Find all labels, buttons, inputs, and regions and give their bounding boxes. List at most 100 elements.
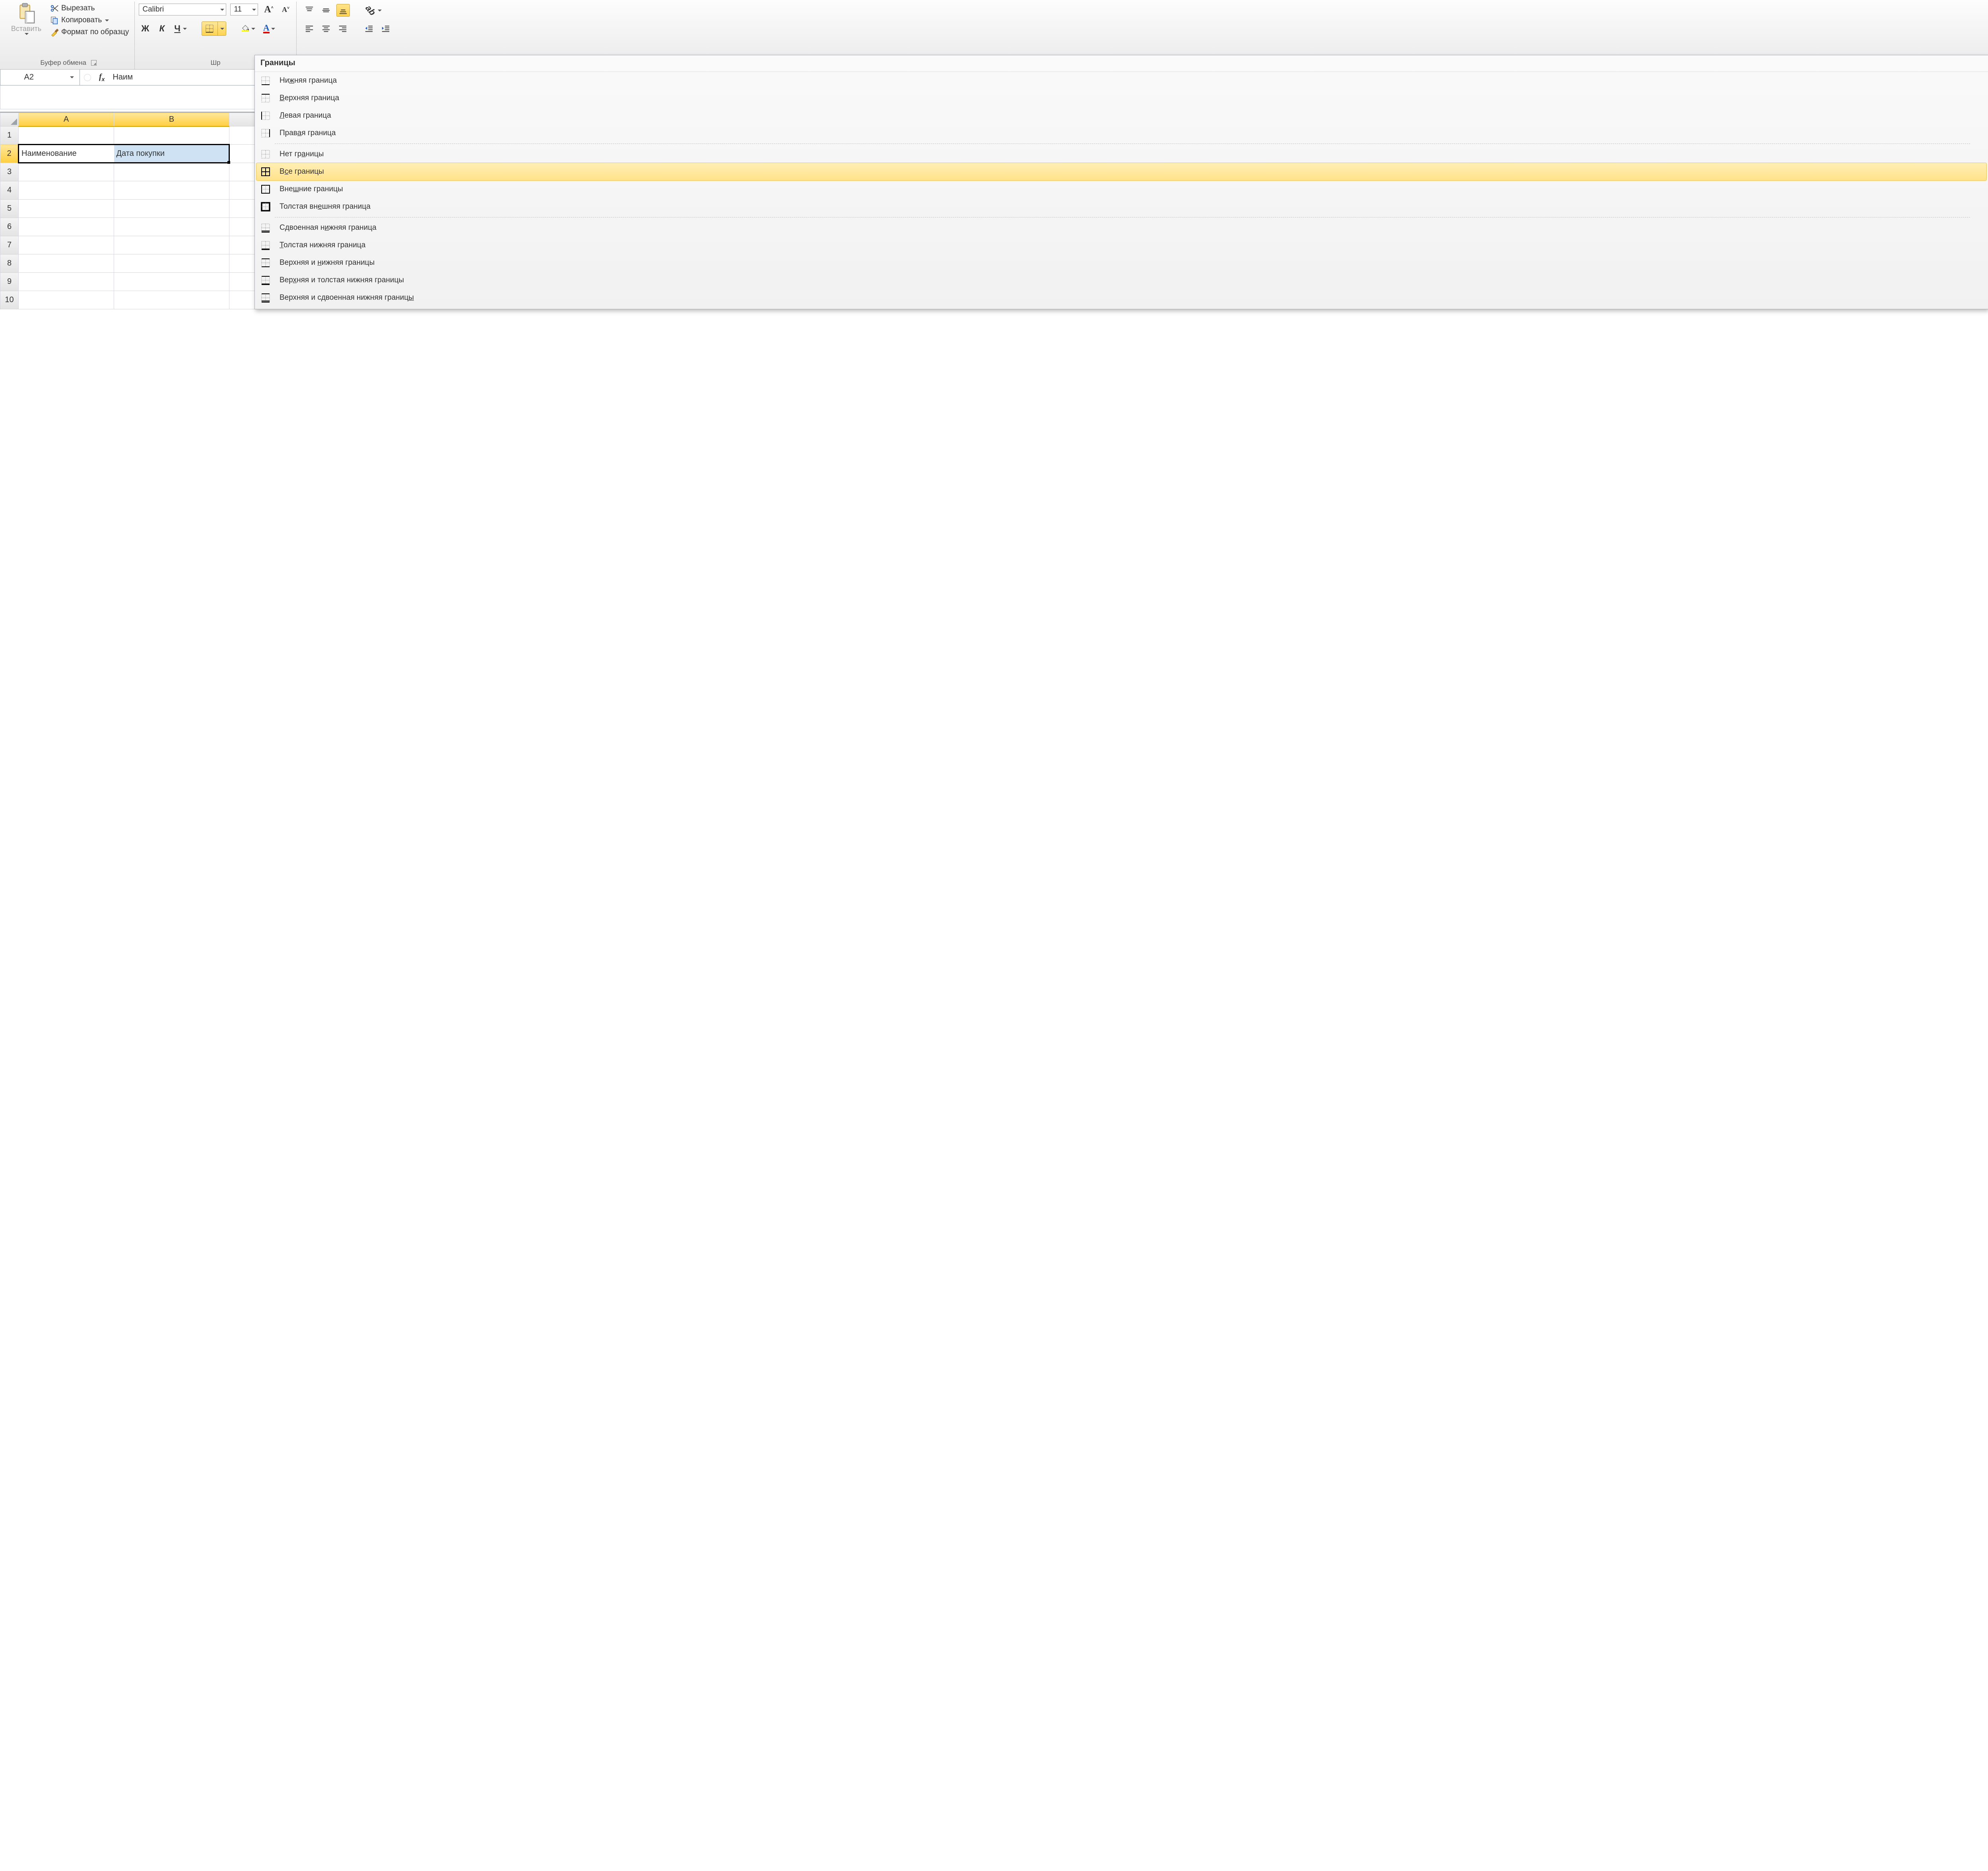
cell[interactable] [19,200,114,218]
font-name-combo[interactable]: Calibri [139,4,226,16]
cell[interactable] [19,291,114,309]
grow-font-button[interactable]: A˄ [262,3,275,16]
paste-button[interactable]: Вставить [6,2,46,36]
align-right-button[interactable] [336,22,349,35]
fill-color-button[interactable] [239,22,257,35]
cell[interactable] [114,126,229,145]
cell[interactable] [114,200,229,218]
cancel-formula-icon[interactable] [84,74,91,81]
row-header[interactable]: 9 [0,273,19,291]
bold-button[interactable]: Ж [139,22,151,35]
borders-split-button[interactable] [202,21,226,36]
font-size-combo[interactable]: 11 [230,4,258,16]
row-header[interactable]: 5 [0,200,19,218]
menu-item-border-right[interactable]: Правая граница [255,124,1988,142]
orientation-icon: ab [363,3,377,17]
border-top-bottom-icon [260,257,272,269]
row-header[interactable]: 1 [0,126,19,145]
cell-a2[interactable]: Наименование [19,145,114,163]
row-header[interactable]: 7 [0,236,19,254]
copy-button[interactable]: Копировать [49,15,130,25]
menu-item-border-thick-bottom[interactable]: Толстая нижняя граница [255,237,1988,254]
row-header[interactable]: 3 [0,163,19,181]
scissors-icon [50,4,59,13]
copy-icon [50,16,59,25]
shrink-font-icon: A˅ [282,6,289,14]
cell[interactable] [19,218,114,236]
cell[interactable] [114,236,229,254]
align-top-icon [305,6,314,15]
column-header-a[interactable]: A [19,113,114,126]
menu-item-border-double-bottom[interactable]: Сдвоенная нижняя граница [255,219,1988,237]
menu-item-border-outer[interactable]: Внешние границы [255,181,1988,198]
row-header[interactable]: 4 [0,181,19,200]
cell[interactable] [19,254,114,273]
decrease-indent-button[interactable] [363,22,375,35]
cell[interactable] [19,273,114,291]
menu-item-border-top-bottom[interactable]: Верхняя и нижняя границы [255,254,1988,272]
cell[interactable] [19,181,114,200]
fx-icon[interactable]: fx [99,72,105,82]
cell[interactable] [19,126,114,145]
orientation-button[interactable]: ab [363,4,384,17]
group-clipboard-title: Буфер обмена [40,59,86,67]
borders-button[interactable] [202,22,218,35]
menu-item-border-bottom[interactable]: Нижняя граница [255,72,1988,89]
menu-item-border-none[interactable]: Нет границы [255,146,1988,163]
brush-icon [50,28,59,37]
row-header[interactable]: 6 [0,218,19,236]
increase-indent-button[interactable] [379,22,392,35]
row-header[interactable]: 10 [0,291,19,309]
align-middle-button[interactable] [320,4,332,17]
dialog-launcher-icon[interactable] [91,60,97,66]
cell[interactable] [19,163,114,181]
name-box[interactable]: A2 [0,70,80,85]
cut-button[interactable]: Вырезать [49,3,130,14]
align-top-button[interactable] [303,4,316,17]
cell-b2[interactable]: Дата покупки [114,145,229,163]
shrink-font-button[interactable]: A˅ [280,3,292,16]
align-bottom-button[interactable] [336,4,350,17]
menu-item-border-top-double-bottom[interactable]: Верхняя и сдвоенная нижняя границы [255,289,1988,307]
paste-label: Вставить [11,25,41,33]
bucket-icon [241,23,250,34]
cell[interactable] [114,273,229,291]
chevron-down-icon [220,28,224,30]
row-header[interactable]: 8 [0,254,19,273]
menu-item-border-all[interactable]: Все границы [256,163,1986,181]
menu-item-border-left[interactable]: Левая граница [255,107,1988,124]
formula-value[interactable]: Наим [113,73,133,82]
format-painter-label: Формат по образцу [61,28,129,37]
cell[interactable] [114,218,229,236]
row-header[interactable]: 2 [0,145,19,163]
border-thick-icon [260,201,272,213]
copy-label: Копировать [61,16,102,25]
select-all-corner[interactable] [0,113,19,126]
bold-label: Ж [141,23,149,34]
menu-item-border-top-thick-bottom[interactable]: Верхняя и толстая нижняя границы [255,272,1988,289]
menu-item-label: Верхняя и нижняя границы [280,258,375,267]
menu-item-border-top[interactable]: Верхняя граница [255,89,1988,107]
cell[interactable] [114,254,229,273]
align-center-button[interactable] [320,22,332,35]
chevron-down-icon[interactable] [70,76,74,78]
cell[interactable] [114,181,229,200]
menu-item-border-thick[interactable]: Толстая внешняя граница [255,198,1988,215]
font-color-button[interactable]: A [261,22,277,35]
align-left-button[interactable] [303,22,316,35]
column-header-b[interactable]: B [114,113,229,126]
format-painter-button[interactable]: Формат по образцу [49,27,130,37]
group-clipboard: Вставить Вырезать Копировать [2,2,135,69]
cell[interactable] [114,163,229,181]
chevron-down-icon [252,9,256,11]
border-top-thick-bottom-icon [260,274,272,286]
cell[interactable] [114,291,229,309]
border-all-icon [260,166,272,178]
chevron-down-icon [251,28,255,30]
border-none-icon [260,148,272,160]
borders-dropdown-button[interactable] [218,22,226,35]
group-font-title: Шр [210,59,220,67]
underline-button[interactable]: Ч [172,22,188,35]
italic-button[interactable]: К [155,22,168,35]
cell[interactable] [19,236,114,254]
